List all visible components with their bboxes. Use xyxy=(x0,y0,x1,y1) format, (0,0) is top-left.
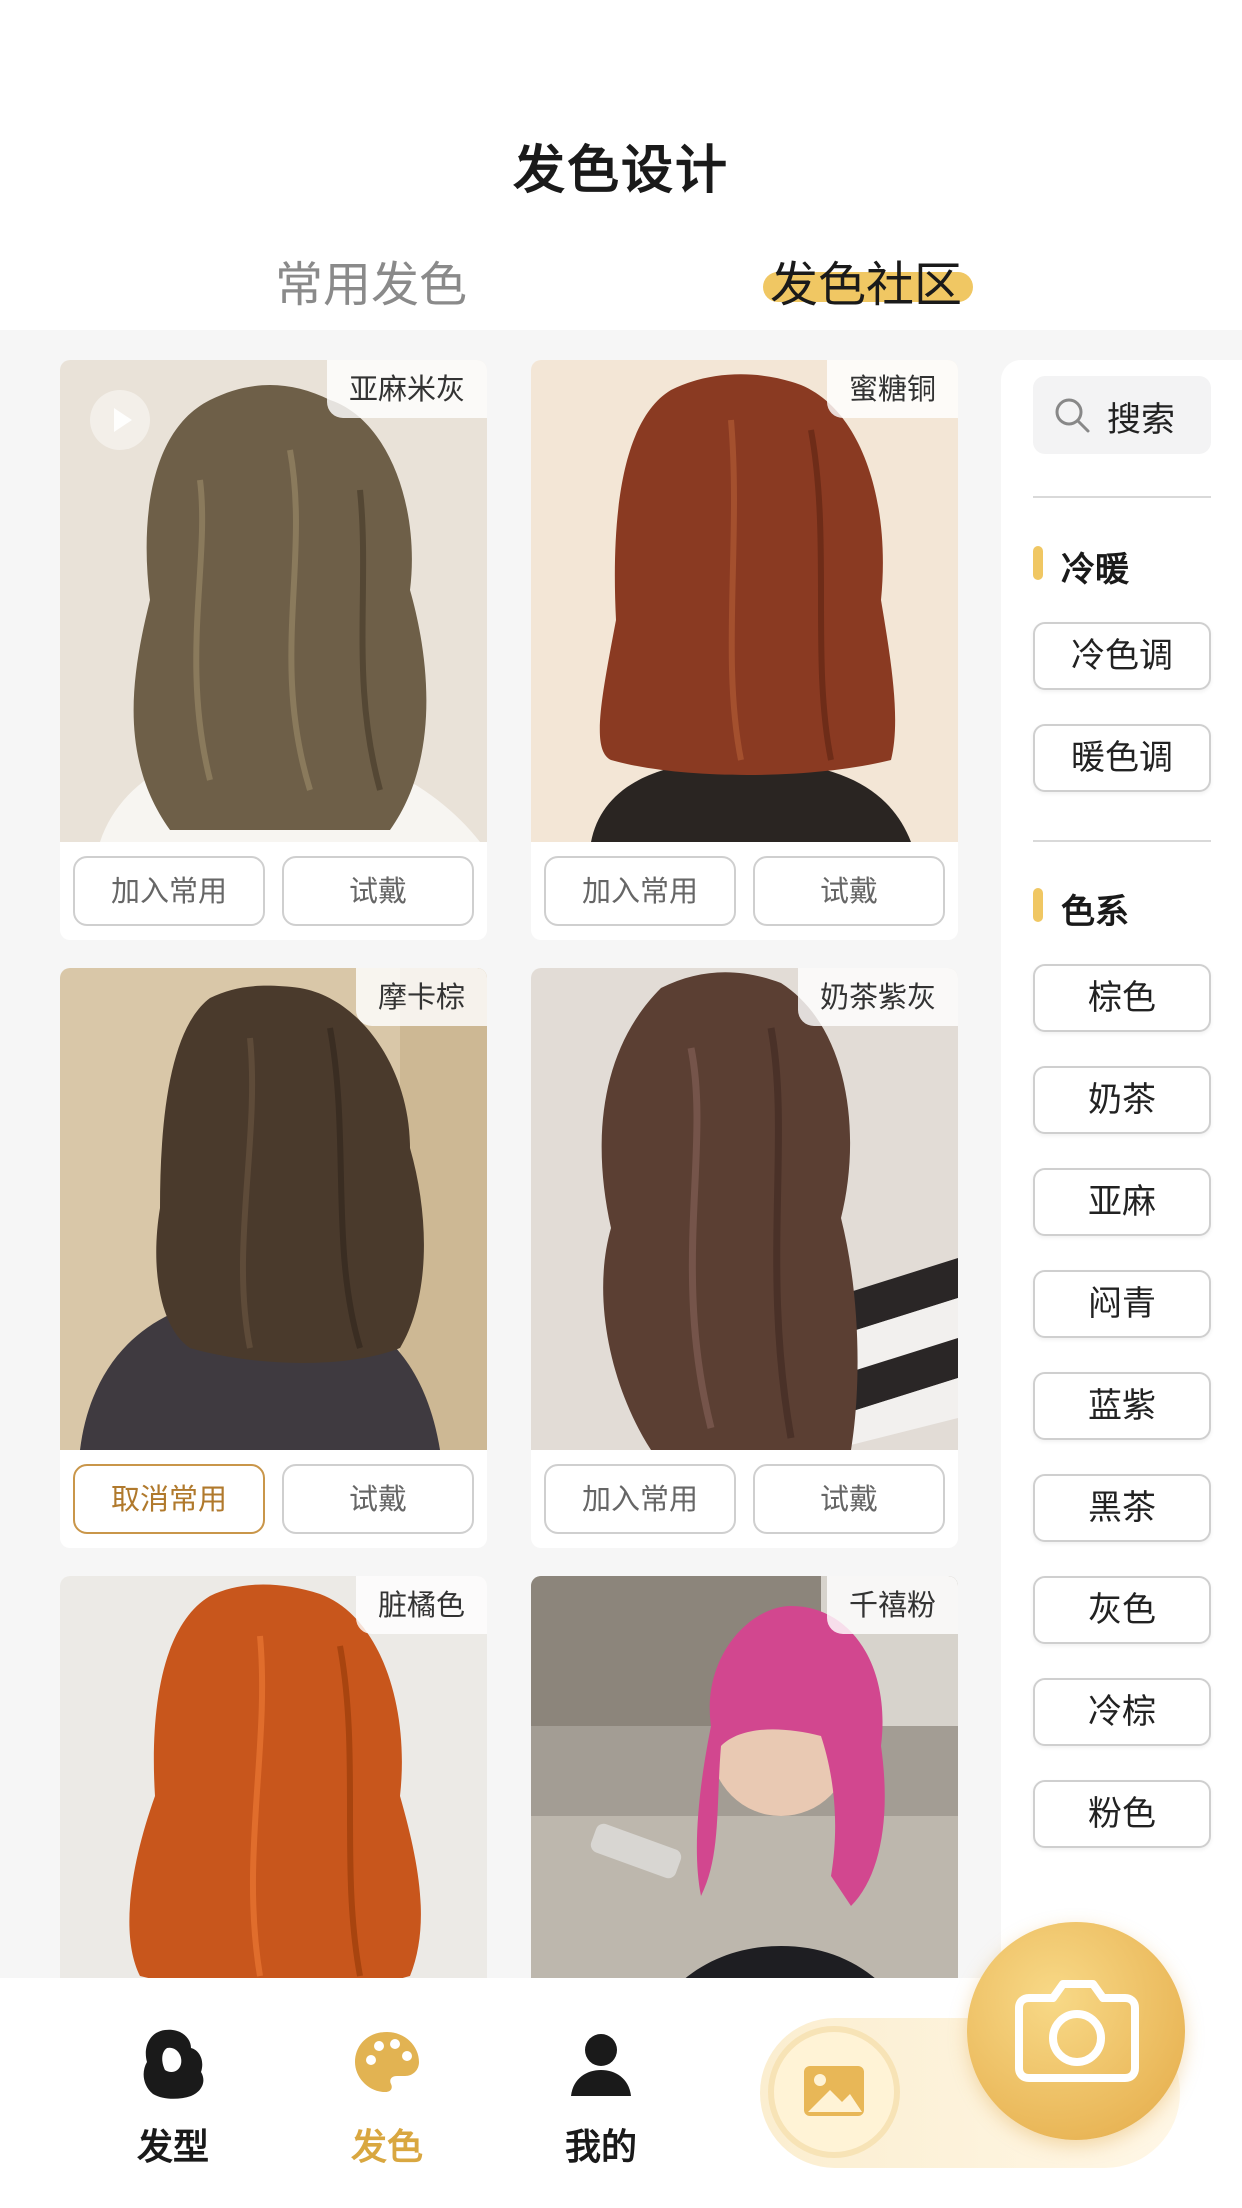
color-name-tag: 奶茶紫灰 xyxy=(797,968,958,1026)
filter-chip[interactable]: 暖色调 xyxy=(1033,724,1211,792)
gallery-button[interactable] xyxy=(768,2026,900,2158)
filter-panel: 搜索 冷暖 冷色调 暖色调 色系 棕色 奶茶 亚麻 闷青 蓝紫 黑茶 灰色 冷棕… xyxy=(1001,360,1242,1980)
color-card[interactable]: 千禧粉 xyxy=(531,1576,958,1980)
palette-icon xyxy=(355,2032,419,2092)
search-button[interactable]: 搜索 xyxy=(1033,376,1211,454)
tab-color-community[interactable]: 发色社区 xyxy=(770,245,962,315)
filter-chip[interactable]: 蓝紫 xyxy=(1033,1372,1211,1440)
color-card[interactable]: 奶茶紫灰 加入常用 试戴 xyxy=(531,968,958,1548)
camera-icon xyxy=(1015,1980,1139,2082)
try-on-button[interactable]: 试戴 xyxy=(753,856,945,926)
color-name-tag: 摩卡棕 xyxy=(355,968,487,1026)
section-title-color-family: 色系 xyxy=(1033,884,1129,933)
filter-chip[interactable]: 棕色 xyxy=(1033,964,1211,1032)
divider xyxy=(1033,496,1211,498)
hair-photo[interactable] xyxy=(60,1576,487,1980)
filter-chip[interactable]: 奶茶 xyxy=(1033,1066,1211,1134)
hair-photo[interactable] xyxy=(60,968,487,1450)
nav-label: 我的 xyxy=(564,2127,637,2168)
nav-label: 发色 xyxy=(350,2127,423,2168)
page-title: 发色设计 xyxy=(512,141,729,201)
nav-item-hair-color[interactable]: 发色 xyxy=(317,2026,457,2170)
nav-label: 发型 xyxy=(136,2127,209,2168)
remove-favorite-button[interactable]: 取消常用 xyxy=(73,1464,265,1534)
color-name-tag: 亚麻米灰 xyxy=(326,360,487,418)
color-card[interactable]: 摩卡棕 取消常用 试戴 xyxy=(60,968,487,1548)
filter-chip[interactable]: 粉色 xyxy=(1033,1780,1211,1848)
color-name-tag: 脏橘色 xyxy=(355,1576,487,1634)
divider xyxy=(1033,840,1211,842)
tab-label: 发色社区 xyxy=(770,257,963,313)
color-name-tag: 蜜糖铜 xyxy=(826,360,958,418)
filter-chip[interactable]: 闷青 xyxy=(1033,1270,1211,1338)
try-on-button[interactable]: 试戴 xyxy=(282,1464,474,1534)
camera-button[interactable] xyxy=(967,1922,1185,2140)
bottom-navigation: 发型 发色 我的 xyxy=(0,1922,1242,2208)
search-icon xyxy=(1055,398,1090,433)
add-favorite-button[interactable]: 加入常用 xyxy=(544,1464,736,1534)
hair-photo[interactable] xyxy=(531,968,958,1450)
hair-photo[interactable] xyxy=(60,360,487,842)
filter-chip[interactable]: 冷色调 xyxy=(1033,622,1211,690)
hair-photo[interactable] xyxy=(531,360,958,842)
section-title-warm-cool: 冷暖 xyxy=(1033,542,1129,591)
add-favorite-button[interactable]: 加入常用 xyxy=(544,856,736,926)
play-video-icon[interactable] xyxy=(90,390,150,450)
filter-chip[interactable]: 冷棕 xyxy=(1033,1678,1211,1746)
image-icon xyxy=(804,2066,864,2116)
tab-common-colors[interactable]: 常用发色 xyxy=(275,245,467,315)
nav-item-profile[interactable]: 我的 xyxy=(531,2026,671,2170)
color-card[interactable]: 脏橘色 xyxy=(60,1576,487,1980)
hairstyle-icon xyxy=(143,2029,204,2099)
filter-chip[interactable]: 亚麻 xyxy=(1033,1168,1211,1236)
try-on-button[interactable]: 试戴 xyxy=(282,856,474,926)
user-icon xyxy=(571,2034,631,2096)
hair-photo[interactable] xyxy=(531,1576,958,1980)
filter-chip[interactable]: 灰色 xyxy=(1033,1576,1211,1644)
tab-bar: 常用发色 发色社区 xyxy=(0,245,1242,325)
try-on-button[interactable]: 试戴 xyxy=(753,1464,945,1534)
color-card[interactable]: 亚麻米灰 加入常用 试戴 xyxy=(60,360,487,940)
tab-label: 常用发色 xyxy=(275,257,468,313)
nav-item-hairstyle[interactable]: 发型 xyxy=(103,2026,243,2170)
color-name-tag: 千禧粉 xyxy=(826,1576,958,1634)
color-card[interactable]: 蜜糖铜 加入常用 试戴 xyxy=(531,360,958,940)
search-label: 搜索 xyxy=(1107,400,1175,440)
add-favorite-button[interactable]: 加入常用 xyxy=(73,856,265,926)
filter-chip[interactable]: 黑茶 xyxy=(1033,1474,1211,1542)
